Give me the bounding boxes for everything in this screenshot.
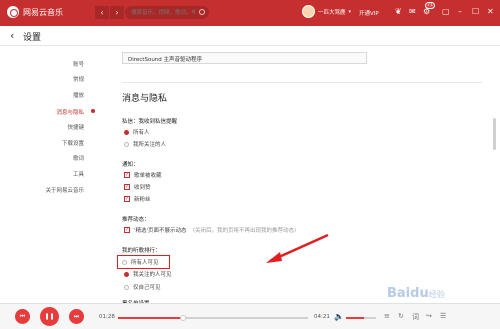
- nav-item-download[interactable]: 下载设置: [62, 139, 84, 147]
- audio-device-select[interactable]: DirectSound 主声音驱动程序: [122, 52, 367, 64]
- playlist-icon[interactable]: ☰: [440, 312, 446, 320]
- option-label: 仅自己可见: [133, 285, 161, 291]
- volume-icon[interactable]: 🔈: [334, 312, 344, 321]
- section-title: 消息与隐私: [122, 94, 168, 104]
- nav-item-shortcuts[interactable]: 快捷键: [67, 123, 84, 131]
- mini-mode-icon[interactable]: ▢: [442, 7, 450, 17]
- search-input[interactable]: [125, 6, 195, 19]
- share-icon[interactable]: ↪: [426, 312, 432, 320]
- settings-nav: 账号 常规 播放 消息与隐私 快捷键 下载设置 歌词 工具 关于网易云音乐: [0, 47, 98, 300]
- private-message-option-everyone[interactable]: 所有人: [124, 128, 150, 136]
- progress-knob[interactable]: [179, 315, 186, 321]
- rank-option-only-me[interactable]: 仅自己可见: [124, 283, 161, 291]
- pause-button[interactable]: ❚❚: [40, 307, 59, 326]
- option-label: 新粉丝: [134, 197, 151, 203]
- search-icon[interactable]: [199, 9, 205, 15]
- option-label: 歌单被收藏: [134, 173, 162, 179]
- playback-effect-icon[interactable]: ≡: [384, 312, 390, 320]
- rank-option-everyone[interactable]: 所有人可见: [117, 255, 170, 269]
- settings-header: ‹ 设置: [0, 26, 500, 46]
- nav-item-general[interactable]: 常规: [73, 75, 84, 83]
- progress-bar[interactable]: [118, 315, 308, 321]
- notify-option-likes[interactable]: ✓ 收到赞: [124, 183, 151, 191]
- app-name: 网易云音乐: [23, 7, 63, 17]
- annotation-arrow: [266, 233, 329, 263]
- history-navigation: ‹ ›: [95, 6, 124, 19]
- option-label: 我所关注的人: [133, 142, 167, 148]
- private-message-option-following[interactable]: 我所关注的人: [124, 140, 166, 148]
- settings-content: DirectSound 主声音驱动程序 消息与隐私 私信：我收到私信提醒 所有人…: [110, 47, 490, 307]
- chevron-down-icon[interactable]: ▾: [349, 9, 352, 15]
- checkbox-checked-icon[interactable]: ✓: [124, 196, 130, 202]
- volume-bar[interactable]: [346, 317, 376, 319]
- baidu-watermark: Baidu经验: [387, 286, 445, 301]
- watermark-sub: 经验: [428, 290, 445, 299]
- progress-fill: [118, 317, 183, 319]
- checkbox-checked-icon[interactable]: ✓: [124, 184, 130, 190]
- notify-option-playlist-collected[interactable]: ✓ 歌单被收藏: [124, 171, 162, 179]
- radio-selected-icon[interactable]: [124, 129, 129, 135]
- previous-track-button[interactable]: ⏮: [15, 309, 30, 324]
- notify-label: 通知：: [122, 162, 139, 168]
- nav-item-lyrics[interactable]: 歌词: [73, 154, 84, 162]
- maximize-icon[interactable]: ☐: [472, 7, 479, 17]
- nav-item-about[interactable]: 关于网易云音乐: [45, 186, 84, 194]
- rank-option-following[interactable]: 我关注的人可见: [124, 270, 172, 278]
- lyrics-toggle[interactable]: 词: [412, 312, 419, 322]
- nav-item-account[interactable]: 账号: [73, 60, 84, 68]
- option-label: 所有人: [133, 130, 150, 136]
- divider: [122, 82, 482, 83]
- skin-icon[interactable]: ❦: [395, 7, 402, 17]
- close-icon[interactable]: ✕: [487, 7, 494, 17]
- minimize-icon[interactable]: –: [458, 7, 462, 17]
- vip-button[interactable]: 开通VIP: [359, 9, 379, 17]
- watermark-brand: Baidu: [387, 286, 429, 301]
- total-time: 04:21: [314, 314, 330, 320]
- nav-item-message-privacy[interactable]: 消息与隐私: [56, 108, 84, 116]
- option-label: 收到赞: [134, 185, 151, 191]
- radio-unselected-icon[interactable]: [122, 259, 127, 265]
- radio-selected-icon[interactable]: [124, 271, 129, 277]
- notify-option-new-fans[interactable]: ✓ 新粉丝: [124, 195, 151, 203]
- audio-device-value: DirectSound 主声音驱动程序: [128, 57, 203, 63]
- checkbox-checked-icon[interactable]: ✓: [124, 172, 130, 178]
- search-box[interactable]: [125, 6, 209, 19]
- forward-arrow-button[interactable]: ›: [110, 6, 124, 19]
- scrollbar[interactable]: [493, 118, 496, 150]
- user-menu[interactable]: 一匹大驾鹿 ▾: [302, 5, 351, 18]
- radio-unselected-icon[interactable]: [124, 141, 129, 147]
- username[interactable]: 一匹大驾鹿: [318, 8, 346, 16]
- recommend-feed-label: 推荐动态：: [122, 217, 150, 223]
- back-chevron-icon[interactable]: ‹: [10, 29, 14, 42]
- active-indicator: [91, 109, 95, 113]
- page-title: 设置: [23, 33, 42, 43]
- option-label: '精选'页面不展示动态: [134, 228, 187, 234]
- nav-item-playback[interactable]: 播放: [73, 91, 84, 99]
- avatar[interactable]: [302, 5, 315, 18]
- listening-rank-label: 我的听歌排行：: [122, 248, 161, 254]
- option-label: 所有人可见: [131, 260, 159, 266]
- settings-gear-icon[interactable]: ⚙: [423, 7, 430, 17]
- radio-unselected-icon[interactable]: [124, 284, 129, 290]
- next-track-button[interactable]: ⏭: [69, 309, 84, 324]
- checkbox-checked-icon[interactable]: ✓: [124, 227, 130, 233]
- back-arrow-button[interactable]: ‹: [95, 6, 109, 19]
- nav-item-tools[interactable]: 工具: [73, 170, 84, 178]
- netease-music-logo-icon: [7, 6, 19, 18]
- title-bar: 网易云音乐 ‹ › 一匹大驾鹿 ▾ 开通VIP ❦ ✉ 71 ⚙ ▢ – ☐ ✕: [0, 0, 500, 26]
- option-label: 我关注的人可见: [133, 272, 172, 278]
- player-bar: ⏮ ❚❚ ⏭ 01:28 04:21 🔈 ≡ ↻ 词 ↪ ☰: [0, 303, 500, 329]
- current-time: 01:28: [99, 314, 115, 320]
- private-message-label: 私信：我收到私信提醒: [122, 119, 178, 125]
- play-mode-icon[interactable]: ↻: [398, 312, 404, 320]
- volume-fill: [346, 317, 364, 319]
- app-logo[interactable]: 网易云音乐: [7, 6, 63, 18]
- mail-icon[interactable]: ✉: [409, 7, 416, 17]
